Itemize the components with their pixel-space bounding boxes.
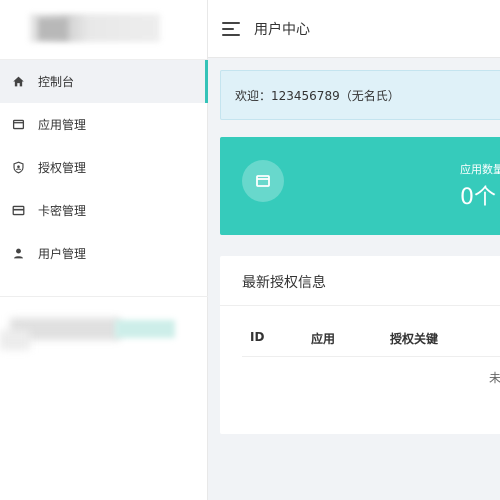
user-icon — [11, 247, 25, 261]
sidebar-item-apps[interactable]: 应用管理 — [0, 103, 208, 146]
top-header: 用户中心 — [208, 0, 500, 58]
sidebar-item-label: 用户管理 — [38, 247, 87, 261]
sidebar-item-label: 控制台 — [38, 75, 75, 89]
welcome-banner: 欢迎：123456789（无名氏） — [220, 70, 500, 120]
divider — [0, 296, 208, 297]
sidebar-item-cards[interactable]: 卡密管理 — [0, 189, 208, 232]
sidebar-item-label: 应用管理 — [38, 118, 87, 132]
stat-value: 0个 — [460, 185, 496, 210]
menu-toggle-icon[interactable] — [222, 21, 240, 36]
column-header-key: 授权关键 — [390, 332, 439, 346]
redacted-content — [0, 310, 190, 350]
sidebar: 控制台 应用管理 授权管理 卡密管理 用户管理 — [0, 0, 208, 500]
home-icon — [11, 75, 25, 89]
sidebar-item-label: 卡密管理 — [38, 204, 87, 218]
panel-title: 最新授权信息 — [242, 275, 326, 291]
sidebar-item-users[interactable]: 用户管理 — [0, 232, 208, 275]
divider — [220, 305, 500, 306]
logo[interactable] — [30, 12, 160, 44]
window-icon — [242, 160, 284, 202]
divider — [242, 356, 500, 357]
sidebar-item-licenses[interactable]: 授权管理 — [0, 146, 208, 189]
latest-license-panel: 最新授权信息 ID 应用 授权关键 未 — [220, 256, 500, 434]
empty-state-text: 未 — [489, 371, 500, 385]
sidebar-menu: 控制台 应用管理 授权管理 卡密管理 用户管理 — [0, 60, 208, 275]
shield-icon — [11, 161, 25, 175]
sidebar-item-dashboard[interactable]: 控制台 — [0, 60, 208, 103]
page-title: 用户中心 — [254, 21, 310, 38]
sidebar-item-label: 授权管理 — [38, 161, 87, 175]
card-icon — [11, 204, 25, 218]
window-icon — [11, 118, 25, 132]
welcome-text: 欢迎：123456789（无名氏） — [235, 88, 400, 103]
app-count-card: 应用数量 0个 — [220, 137, 500, 235]
stat-label: 应用数量 — [460, 163, 500, 176]
column-header-id: ID — [250, 330, 265, 344]
column-header-app: 应用 — [311, 332, 336, 346]
